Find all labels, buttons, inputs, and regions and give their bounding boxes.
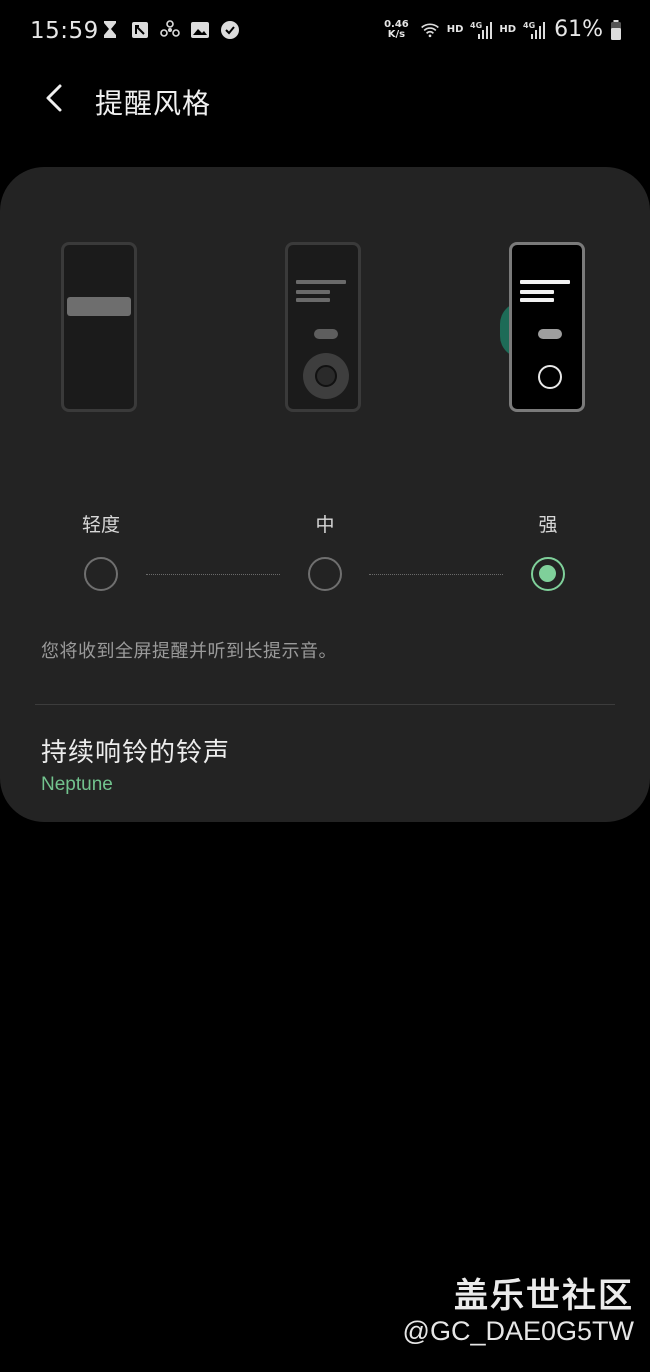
image-icon	[190, 20, 210, 40]
connector-line	[369, 574, 503, 575]
divider	[35, 704, 615, 705]
status-time: 15:59	[30, 18, 99, 44]
chevron-left-icon	[44, 83, 64, 117]
network-type-1: 4G	[470, 21, 482, 30]
hd-label-2: HD	[499, 24, 517, 35]
network-speed-value: 0.46	[384, 18, 409, 30]
alert-style-card: 轻度 中 强 您将收到全屏提醒并听到长提示音。 持续响铃的铃声 Neptune	[0, 167, 650, 822]
notification-icons	[100, 20, 240, 40]
style-description: 您将收到全屏提醒并听到长提示音。	[41, 641, 337, 662]
battery-level: 61%	[554, 17, 603, 42]
ringtone-value: Neptune	[41, 774, 113, 795]
style-previews	[0, 242, 650, 418]
watermark-user: @GC_DAE0G5TW	[402, 1316, 634, 1346]
level-labels: 轻度 中 强	[0, 510, 650, 540]
watermark-site: 盖乐世社区	[454, 1276, 634, 1316]
level-label-light: 轻度	[81, 514, 121, 536]
preview-banner	[67, 297, 131, 316]
network-type-2: 4G	[523, 21, 535, 30]
nfc-icon	[130, 20, 150, 40]
preview-strong[interactable]	[509, 242, 585, 412]
preview-button	[314, 329, 338, 339]
preview-ring	[303, 353, 349, 399]
app-bar: 提醒风格	[0, 70, 650, 130]
hd-label-1: HD	[446, 24, 464, 35]
level-label-medium: 中	[315, 514, 335, 536]
hourglass-icon	[100, 20, 120, 40]
level-selector	[0, 557, 650, 597]
preview-button	[538, 329, 562, 339]
network-speed-unit: K/s	[387, 28, 406, 40]
preview-line	[520, 298, 554, 302]
ringtone-title: 持续响铃的铃声	[41, 738, 231, 768]
preview-line	[296, 290, 330, 294]
signal-icon-1: 4G	[470, 20, 493, 40]
page-title: 提醒风格	[95, 87, 212, 120]
network-speed: 0.46 K/s	[384, 18, 409, 40]
status-bar: 15:59 0.46 K/s HD 4G HD 4G 61%	[0, 0, 650, 62]
preview-line	[296, 298, 330, 302]
back-button[interactable]	[36, 82, 72, 118]
system-status: 0.46 K/s HD 4G HD 4G 61%	[384, 17, 622, 42]
connector-line	[146, 574, 280, 575]
battery-icon	[610, 19, 622, 40]
preview-line	[296, 280, 346, 284]
preview-line	[520, 280, 570, 284]
level-label-strong: 强	[538, 514, 558, 536]
signal-icon-2: 4G	[523, 20, 546, 40]
preview-medium[interactable]	[285, 242, 361, 412]
wifi-icon	[420, 20, 440, 40]
radio-light[interactable]	[84, 557, 118, 591]
continuous-ringtone-item[interactable]: 持续响铃的铃声 Neptune	[0, 712, 650, 812]
fan-icon	[160, 20, 180, 40]
preview-ring	[538, 365, 562, 389]
check-badge-icon	[220, 20, 240, 40]
preview-light[interactable]	[61, 242, 137, 412]
preview-line	[520, 290, 554, 294]
radio-strong[interactable]	[531, 557, 565, 591]
radio-medium[interactable]	[308, 557, 342, 591]
